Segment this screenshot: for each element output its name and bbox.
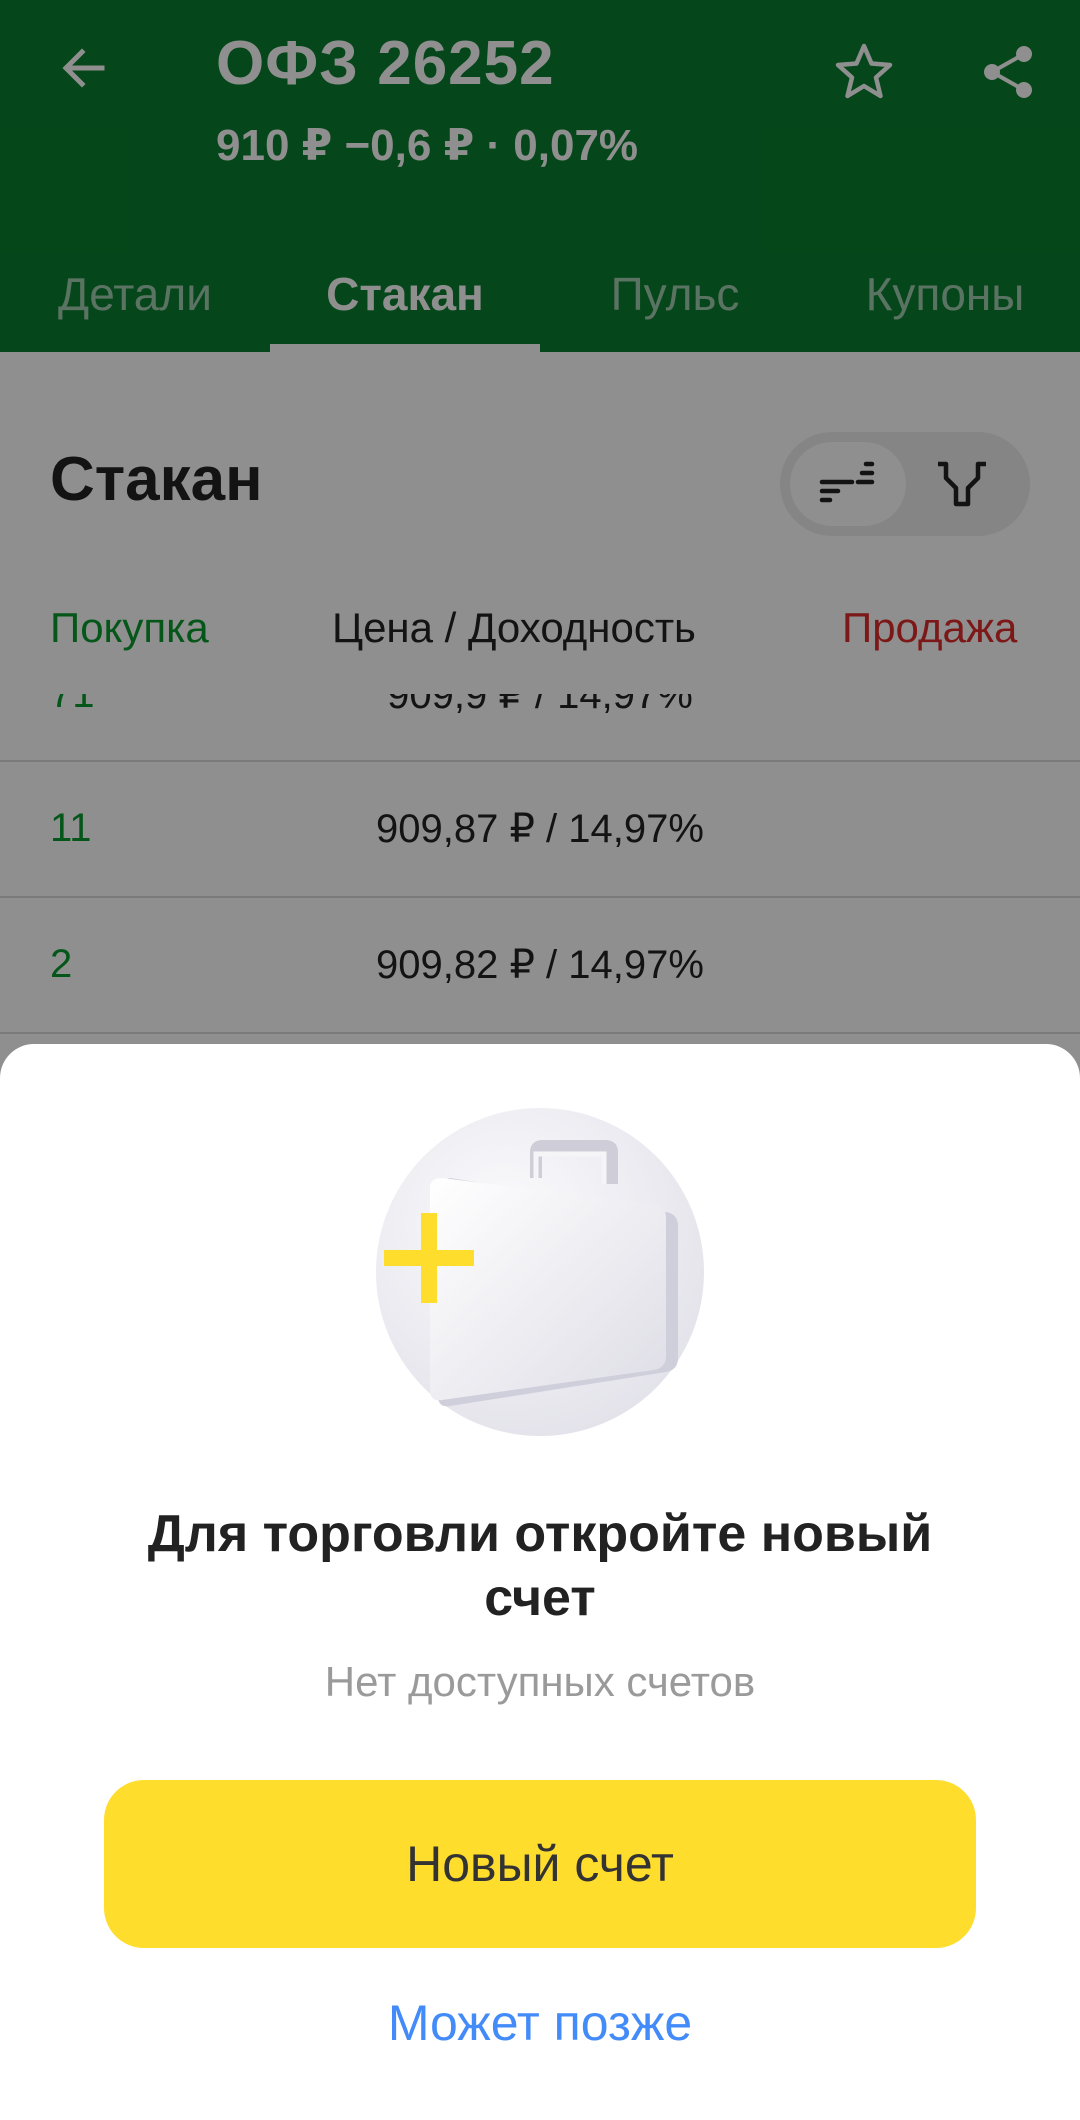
sheet-subtitle: Нет доступных счетов	[324, 1658, 756, 1705]
sheet-title: Для торговли откройте новый счет	[147, 1505, 933, 1627]
new-account-button[interactable]: Новый счет	[104, 1780, 976, 1948]
maybe-later-link[interactable]: Может позже	[0, 1994, 1080, 2052]
briefcase-plus-icon	[376, 1108, 704, 1436]
bottom-sheet: Для торговли откройте новый счет Нет дос…	[0, 1044, 1080, 2120]
